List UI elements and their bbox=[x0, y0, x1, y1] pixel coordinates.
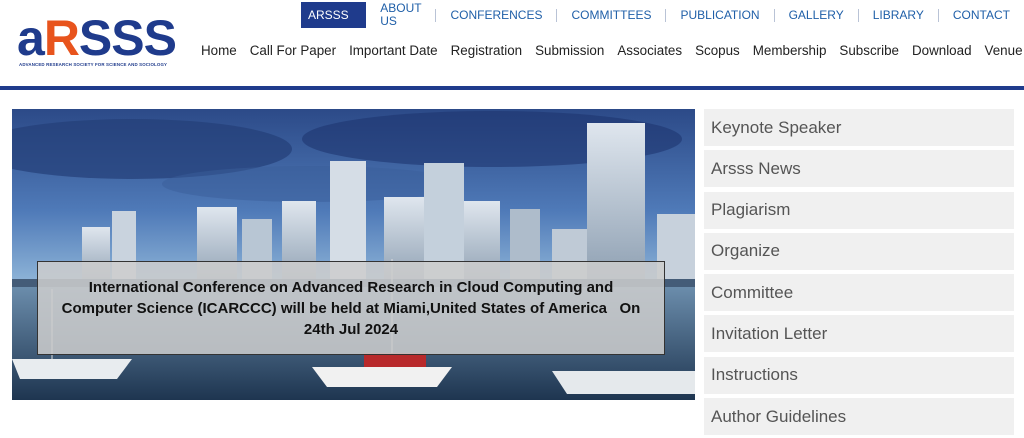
top-nav-contact[interactable]: CONTACT bbox=[937, 8, 1024, 22]
top-nav-about-us[interactable]: ABOUT US bbox=[366, 2, 435, 28]
sidebar-item-author-guidelines[interactable]: Author Guidelines bbox=[704, 398, 1014, 436]
main-nav: Home Call For Paper Important Date Regis… bbox=[201, 43, 1024, 58]
logo-mark: aRSSS bbox=[17, 10, 177, 66]
sidebar-menu: Keynote Speaker Arsss News Plagiarism Or… bbox=[704, 109, 1014, 438]
main-nav-download[interactable]: Download bbox=[912, 43, 972, 58]
header-divider bbox=[0, 86, 1024, 90]
main-nav-membership[interactable]: Membership bbox=[753, 43, 827, 58]
main-nav-submission[interactable]: Submission bbox=[535, 43, 604, 58]
sidebar-item-committee[interactable]: Committee bbox=[704, 274, 1014, 312]
top-nav: ARSSS Home ABOUT US CONFERENCES COMMITTE… bbox=[301, 2, 1024, 48]
hero-caption: International Conference on Advanced Res… bbox=[37, 261, 665, 355]
top-nav-library[interactable]: LIBRARY bbox=[857, 8, 938, 22]
site-header: aRSSS ADVANCED RESEARCH SOCIETY FOR SCIE… bbox=[0, 0, 1024, 86]
sidebar-item-invitation-letter[interactable]: Invitation Letter bbox=[704, 315, 1014, 353]
hero-banner bbox=[12, 109, 695, 400]
main-nav-venue[interactable]: Venue bbox=[985, 43, 1023, 58]
main-nav-call-for-paper[interactable]: Call For Paper bbox=[250, 43, 336, 58]
arsss-logo[interactable]: aRSSS ADVANCED RESEARCH SOCIETY FOR SCIE… bbox=[17, 12, 192, 72]
main-nav-important-date[interactable]: Important Date bbox=[349, 43, 438, 58]
logo-tagline: ADVANCED RESEARCH SOCIETY FOR SCIENCE AN… bbox=[19, 62, 168, 67]
sidebar-item-keynote-speaker[interactable]: Keynote Speaker bbox=[704, 109, 1014, 146]
top-nav-committees[interactable]: COMMITTEES bbox=[556, 8, 665, 22]
miami-skyline-image bbox=[12, 109, 695, 400]
sidebar-item-arsss-news[interactable]: Arsss News bbox=[704, 150, 1014, 188]
sidebar-item-plagiarism[interactable]: Plagiarism bbox=[704, 191, 1014, 229]
main-nav-registration[interactable]: Registration bbox=[451, 43, 522, 58]
sidebar-item-instructions[interactable]: Instructions bbox=[704, 356, 1014, 394]
main-nav-associates[interactable]: Associates bbox=[617, 43, 682, 58]
top-nav-conferences[interactable]: CONFERENCES bbox=[435, 8, 556, 22]
top-nav-publication[interactable]: PUBLICATION bbox=[665, 8, 773, 22]
main-nav-scopus[interactable]: Scopus bbox=[695, 43, 740, 58]
sidebar-item-organize[interactable]: Organize bbox=[704, 232, 1014, 270]
main-nav-subscribe[interactable]: Subscribe bbox=[839, 43, 899, 58]
top-nav-arsss-home[interactable]: ARSSS Home bbox=[301, 2, 367, 48]
hero-caption-text: International Conference on Advanced Res… bbox=[61, 278, 645, 338]
top-nav-gallery[interactable]: GALLERY bbox=[773, 8, 858, 22]
main-nav-home[interactable]: Home bbox=[201, 43, 237, 58]
